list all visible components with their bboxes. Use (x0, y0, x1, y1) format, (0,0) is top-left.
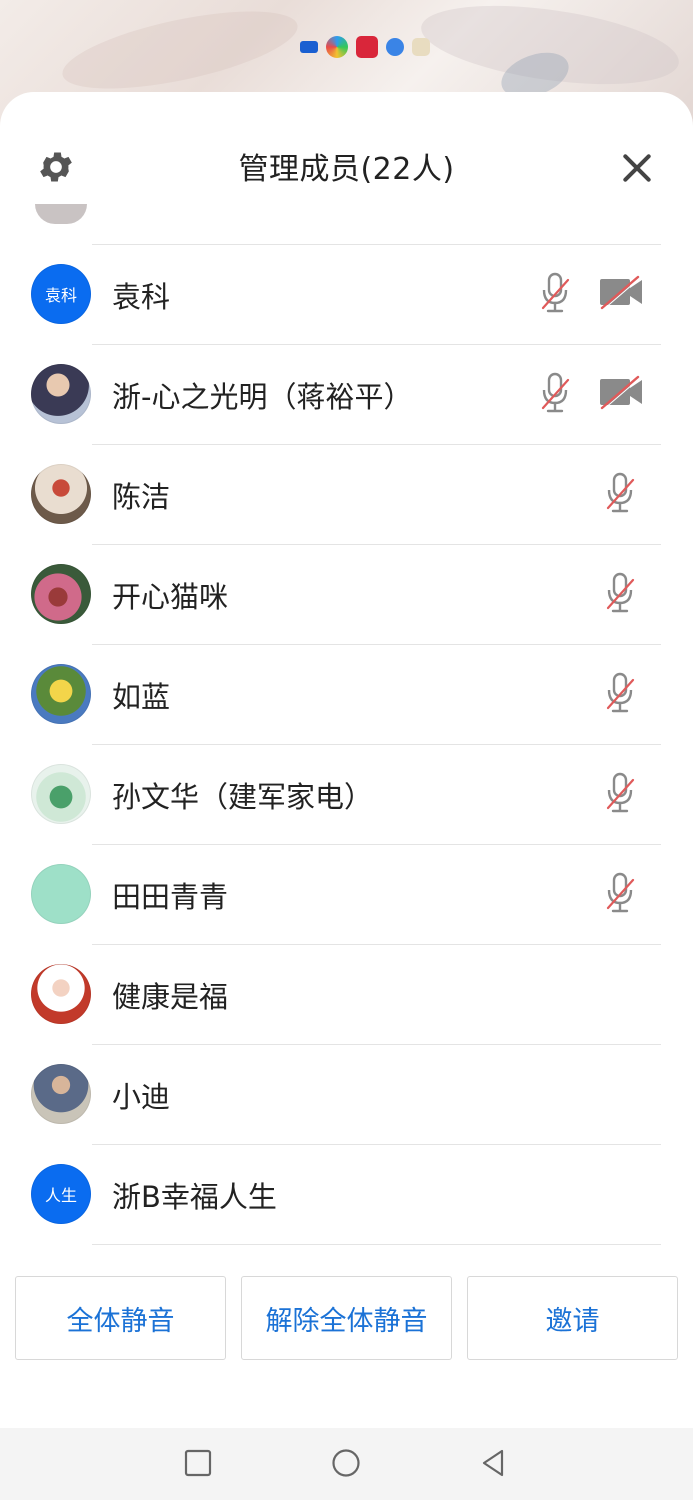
page-title: 管理成员(22人) (238, 152, 455, 187)
mute-all-button[interactable]: 全体静音 (15, 1276, 226, 1360)
member-name: 开心猫咪 (112, 580, 229, 614)
avatar[interactable]: 袁科 (31, 264, 91, 324)
list-item[interactable]: 浙-心之光明（蒋裕平） (0, 344, 693, 444)
list-item[interactable]: 健康是福 (0, 944, 693, 1044)
sheet-header: 管理成员(22人) (0, 92, 693, 242)
member-name: 袁科 (112, 280, 171, 314)
system-navbar (0, 1428, 693, 1500)
member-list[interactable]: 袁科 袁科浙-心之光明（蒋裕平） 陈洁开心猫咪如蓝孙文华（建军家电） 田田青青健康是福… (0, 244, 693, 1244)
app-notification-icon (412, 38, 430, 56)
member-name: 浙B幸福人生 (112, 1180, 277, 1214)
avatar[interactable] (31, 364, 91, 424)
avatar[interactable] (31, 664, 91, 724)
avatar[interactable] (31, 564, 91, 624)
list-item[interactable]: 小迪 (0, 1044, 693, 1144)
manage-members-sheet: 管理成员(22人) 袁科 袁科浙-心之光明（蒋裕平） 陈洁开心猫咪如蓝孙文华（建军家… (0, 92, 693, 1500)
divider (92, 444, 661, 445)
mic-muted-icon[interactable] (605, 772, 635, 814)
divider (92, 1144, 661, 1145)
member-name: 田田青青 (112, 880, 229, 914)
list-item[interactable]: 开心猫咪 (0, 544, 693, 644)
list-item[interactable]: 人生 浙B幸福人生 (0, 1144, 693, 1244)
app-notification-icon (300, 41, 318, 53)
divider (92, 844, 661, 845)
member-name: 健康是福 (112, 980, 229, 1014)
unmute-all-button[interactable]: 解除全体静音 (241, 1276, 452, 1360)
mic-muted-icon[interactable] (540, 272, 570, 314)
avatar[interactable] (31, 864, 91, 924)
list-item[interactable]: 田田青青 (0, 844, 693, 944)
divider (92, 544, 661, 545)
square-icon[interactable] (183, 1448, 213, 1478)
close-icon[interactable] (617, 148, 657, 188)
list-item[interactable]: 陈洁 (0, 444, 693, 544)
divider (92, 644, 661, 645)
avatar[interactable]: 人生 (31, 1164, 91, 1224)
member-name: 孙文华（建军家电） (112, 780, 374, 814)
app-notification-icon (326, 36, 348, 58)
partial-avatar (35, 204, 87, 224)
circle-icon[interactable] (331, 1448, 361, 1478)
list-item[interactable]: 袁科 袁科 (0, 244, 693, 344)
divider (92, 744, 661, 745)
list-item[interactable]: 孙文华（建军家电） (0, 744, 693, 844)
divider (92, 344, 661, 345)
member-name: 浙-心之光明（蒋裕平） (112, 380, 413, 414)
action-bar: 全体静音 解除全体静音 邀请 (15, 1276, 678, 1360)
mic-muted-icon[interactable] (605, 572, 635, 614)
list-item[interactable]: 如蓝 (0, 644, 693, 744)
app-notification-icon (356, 36, 378, 58)
member-name: 小迪 (112, 1080, 171, 1114)
app-notification-icon (386, 38, 404, 56)
video-off-icon[interactable] (598, 274, 644, 310)
video-off-icon[interactable] (598, 374, 644, 410)
divider (92, 1244, 661, 1245)
mic-muted-icon[interactable] (605, 872, 635, 914)
member-name: 陈洁 (112, 480, 171, 514)
avatar[interactable] (31, 764, 91, 824)
triangle-back-icon[interactable] (478, 1448, 508, 1478)
divider (92, 1044, 661, 1045)
divider (92, 944, 661, 945)
mic-muted-icon[interactable] (605, 672, 635, 714)
invite-button[interactable]: 邀请 (467, 1276, 678, 1360)
divider (92, 244, 661, 245)
avatar[interactable] (31, 464, 91, 524)
avatar[interactable] (31, 964, 91, 1024)
avatar[interactable] (31, 1064, 91, 1124)
member-name: 如蓝 (112, 680, 171, 714)
mic-muted-icon[interactable] (605, 472, 635, 514)
status-bar-icons (300, 36, 430, 58)
mic-muted-icon[interactable] (540, 372, 570, 414)
